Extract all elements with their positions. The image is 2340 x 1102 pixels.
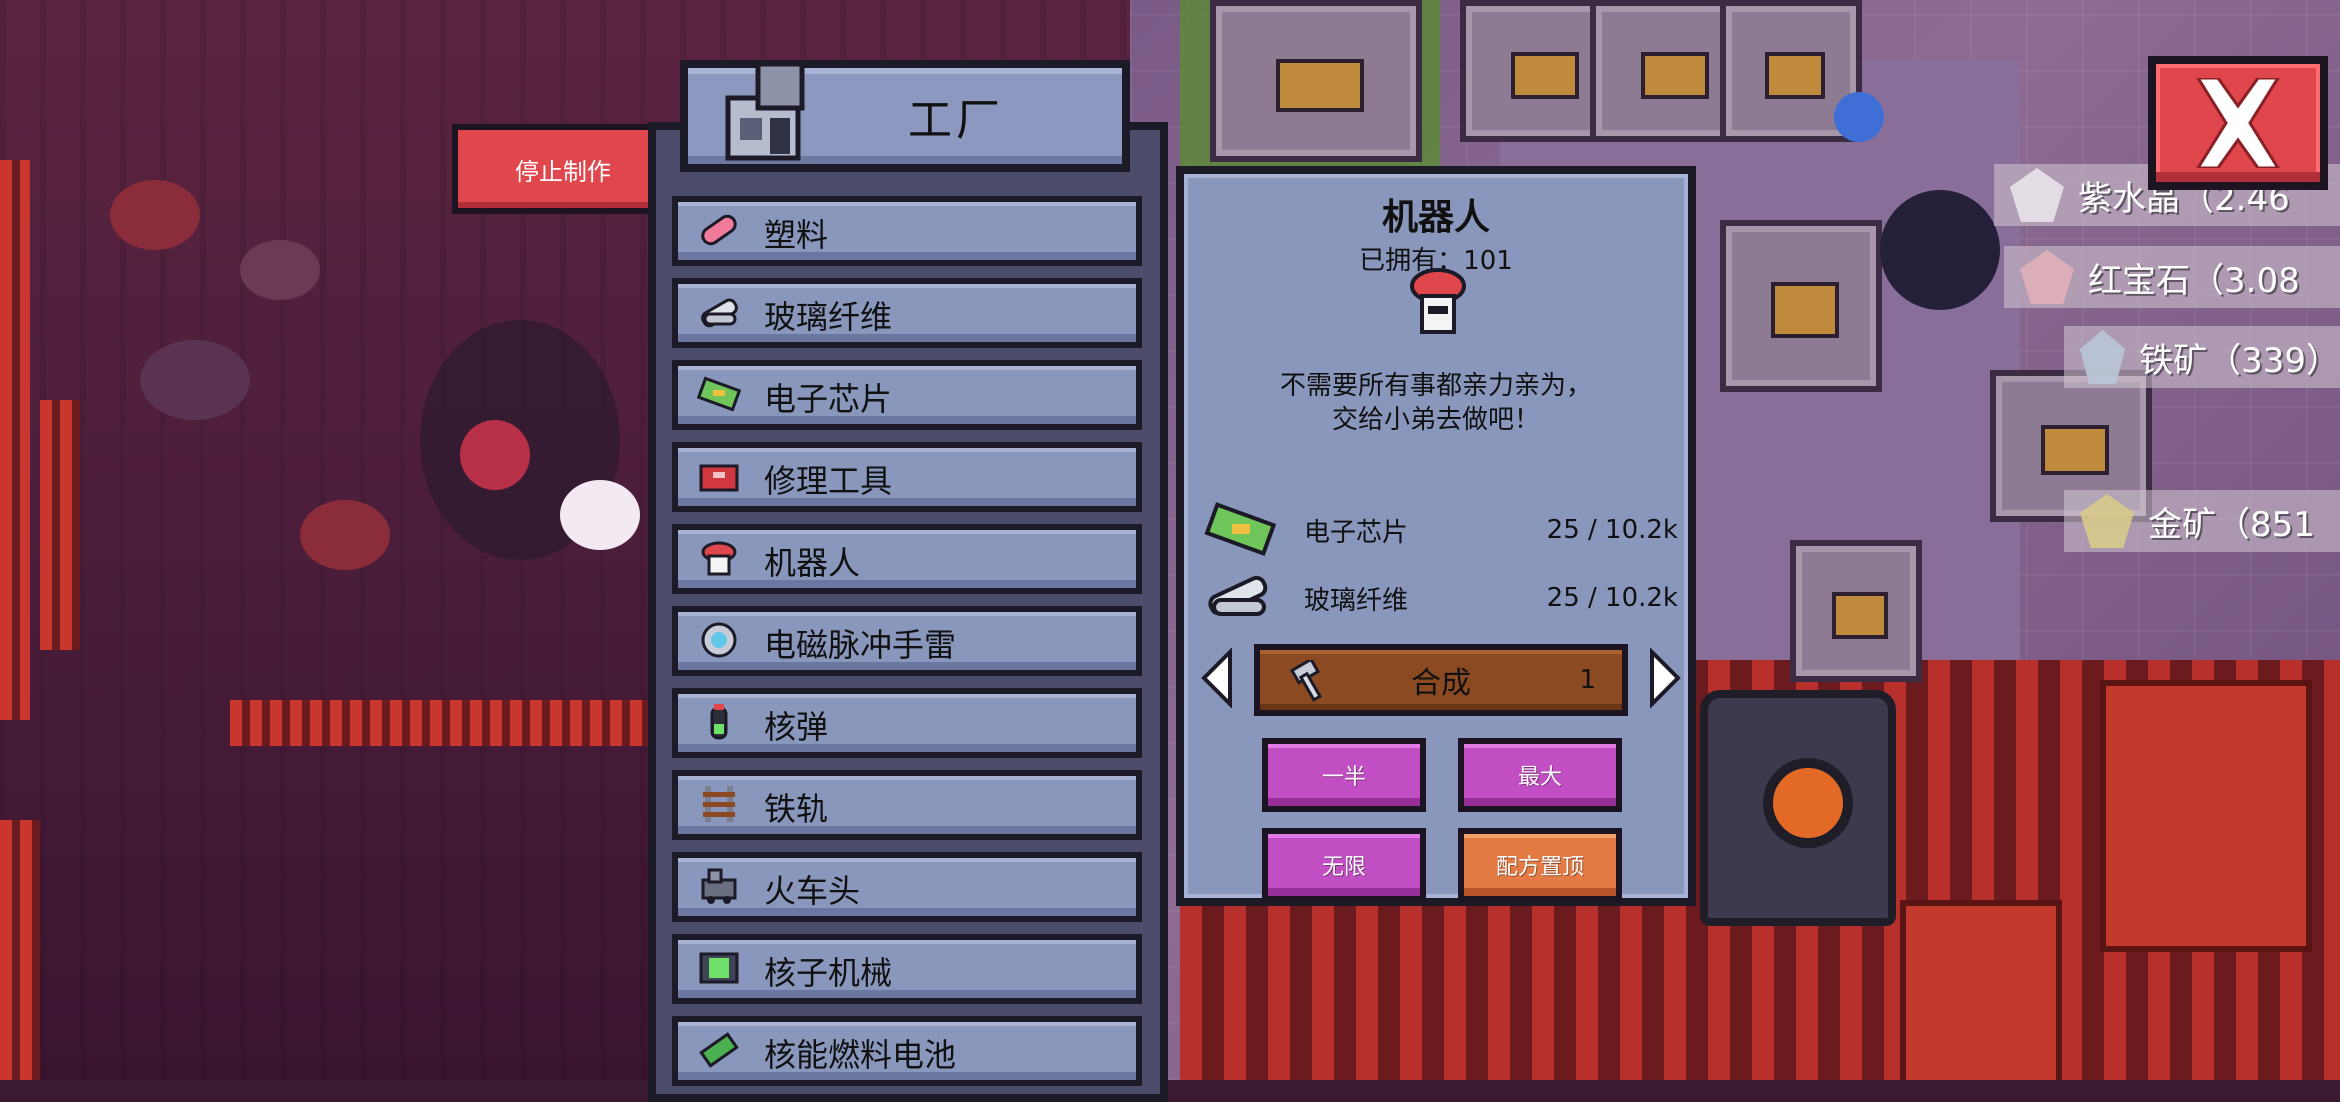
recipe-item-fuel-cell[interactable]: 核能燃料电池 [672, 1016, 1142, 1086]
resource-label: 红宝石（3.08 [2088, 260, 2300, 301]
factory-header: 工厂 [680, 60, 1130, 172]
resource-ruby: 红宝石（3.08 [2004, 246, 2340, 308]
robot-icon [696, 538, 742, 578]
half-button[interactable]: 一半 [1262, 738, 1426, 812]
resource-iron: 铁矿（339） [2064, 326, 2340, 388]
infinite-label: 无限 [1321, 855, 1366, 880]
recipe-item-nuke[interactable]: 核弹 [672, 688, 1142, 758]
recipe-item-label: 修理工具 [764, 462, 893, 500]
machine [1790, 540, 1922, 682]
decrease-arrow-button[interactable] [1200, 648, 1234, 708]
creature [460, 420, 530, 490]
recipe-item-label: 核能燃料电池 [764, 1036, 957, 1074]
close-icon [2196, 78, 2280, 168]
ingredient-row: 玻璃纤维 25 / 10.2k [1198, 568, 1678, 628]
nuclear-machine-icon [696, 948, 742, 988]
plastic-icon [696, 210, 742, 250]
orb [1834, 92, 1884, 142]
recipe-item-label: 电磁脉冲手雷 [764, 626, 957, 664]
chip-icon [696, 374, 742, 414]
ingredient-name: 玻璃纤维 [1304, 585, 1409, 616]
max-label: 最大 [1517, 765, 1562, 790]
red-building [2100, 680, 2312, 952]
chip-icon [1204, 502, 1276, 556]
recipe-item-label: 火车头 [764, 872, 861, 910]
close-button[interactable] [2148, 56, 2328, 190]
robot-icon [1410, 268, 1466, 334]
glass-fiber-icon [696, 292, 742, 332]
craft-button[interactable]: 合成 1 [1254, 644, 1628, 716]
recipe-item-repair-kit[interactable]: 修理工具 [672, 442, 1142, 512]
repair-kit-icon [696, 456, 742, 496]
infinite-button[interactable]: 无限 [1262, 828, 1426, 902]
craft-label: 合成 [1411, 666, 1471, 701]
fence [40, 400, 80, 650]
recipe-item-nuclear-machine[interactable]: 核子机械 [672, 934, 1142, 1004]
recipe-item-glass-fiber[interactable]: 玻璃纤维 [672, 278, 1142, 348]
rail-icon [696, 784, 742, 824]
crystal-bush [140, 340, 250, 420]
machine [1720, 220, 1882, 392]
description-line: 不需要所有事都亲力亲为， [1279, 371, 1592, 401]
recipe-item-label: 塑料 [764, 216, 829, 254]
machine [1210, 0, 1422, 162]
half-label: 一半 [1321, 765, 1366, 790]
craft-quantity: 1 [1579, 665, 1596, 695]
recipe-item-label: 铁轨 [764, 790, 829, 828]
red-building [1900, 900, 2062, 1080]
recipe-description: 不需要所有事都亲力亲为， 交给小弟去做吧！ [1184, 370, 1688, 438]
recipe-item-label: 玻璃纤维 [764, 298, 893, 336]
recipe-item-plastic[interactable]: 塑料 [672, 196, 1142, 266]
glass-fiber-icon [1208, 575, 1268, 616]
resource-label: 铁矿（339） [2139, 340, 2340, 381]
resource-label: 金矿（851 [2148, 504, 2315, 545]
recipe-item-label: 核弹 [764, 708, 829, 746]
emp-grenade-icon [696, 620, 742, 660]
fence [0, 160, 30, 720]
recipe-item-chip[interactable]: 电子芯片 [672, 360, 1142, 430]
portal [1880, 190, 2000, 310]
fence [230, 700, 650, 746]
description-line: 交给小弟去做吧！ [1331, 404, 1540, 435]
recipe-title: 机器人 [1381, 197, 1490, 238]
recipe-item-label: 电子芯片 [764, 380, 893, 418]
stop-crafting-button[interactable]: 停止制作 [452, 124, 668, 214]
factory-title: 工厂 [908, 95, 1004, 146]
recipe-detail-panel: 机器人 已拥有：101 不需要所有事都亲力亲为， 交给小弟去做吧！ 电子芯片 2… [1176, 166, 1696, 906]
fence [0, 820, 40, 1080]
fuel-cell-icon [696, 1030, 742, 1070]
increase-arrow-button[interactable] [1648, 648, 1682, 708]
iron-ore-icon [2080, 330, 2126, 384]
amethyst-icon [2010, 168, 2064, 222]
ruby-icon [2020, 250, 2074, 304]
ingredient-row: 电子芯片 25 / 10.2k [1198, 500, 1678, 560]
recipe-item-rail[interactable]: 铁轨 [672, 770, 1142, 840]
stop-crafting-label: 停止制作 [515, 157, 611, 186]
crystal-bush [240, 240, 320, 300]
recipe-item-robot[interactable]: 机器人 [672, 524, 1142, 594]
forge-tower [1700, 690, 1896, 926]
recipe-item-emp-grenade[interactable]: 电磁脉冲手雷 [672, 606, 1142, 676]
pin-recipe-label: 配方置顶 [1495, 855, 1584, 880]
max-button[interactable]: 最大 [1458, 738, 1622, 812]
factory-icon [725, 61, 805, 161]
ingredient-count: 25 / 10.2k [1546, 583, 1678, 613]
recipe-item-label: 机器人 [764, 544, 861, 582]
nuke-icon [696, 702, 742, 742]
ingredient-name: 电子芯片 [1304, 517, 1409, 548]
crystal-bush [300, 500, 390, 570]
game-world [0, 0, 2340, 1080]
creature [560, 480, 640, 550]
gold-ore-icon [2080, 494, 2134, 548]
resource-gold: 金矿（851 [2064, 490, 2340, 552]
locomotive-icon [696, 866, 742, 906]
ingredient-count: 25 / 10.2k [1546, 515, 1678, 545]
pin-recipe-button[interactable]: 配方置顶 [1458, 828, 1622, 902]
crystal-bush [110, 180, 200, 250]
recipe-item-label: 核子机械 [764, 954, 893, 992]
recipe-item-locomotive[interactable]: 火车头 [672, 852, 1142, 922]
